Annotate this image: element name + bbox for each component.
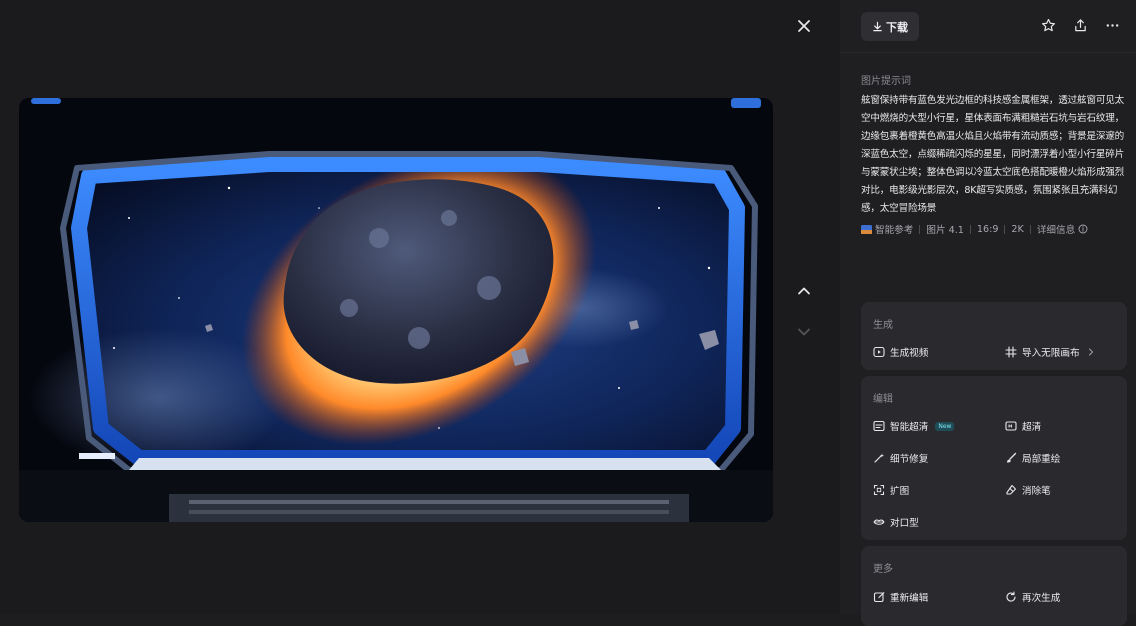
more-title: 更多: [873, 564, 893, 575]
edit-card: 编辑 智能超清 New 超清 细节修复 局部重绘 扩图 消除笔 对口型: [861, 376, 1127, 540]
details-label: 详细信息: [1036, 225, 1076, 236]
brush-icon: [1005, 452, 1017, 464]
eraser-icon: [1005, 484, 1017, 496]
asteroid-illustration: [19, 98, 773, 522]
image-meta: 智能参考 图片 4.1 16:9 2K 详细信息: [861, 222, 1088, 236]
infinite-canvas-label: 导入无限画布: [1022, 348, 1080, 359]
ratio-label: 16:9: [976, 223, 999, 235]
edit-title: 编辑: [873, 394, 893, 405]
smart-hd-label: 智能超清: [890, 422, 929, 433]
lip-sync-label: 对口型: [890, 518, 919, 529]
super-res-label: 超清: [1022, 422, 1042, 433]
partial-redraw-label: 局部重绘: [1022, 454, 1061, 465]
edit-icon: [873, 591, 885, 603]
expand-label: 扩图: [890, 486, 910, 497]
chevron-down-icon[interactable]: [792, 320, 816, 344]
star-icon[interactable]: [1037, 14, 1059, 36]
regenerate-label: 再次生成: [1022, 593, 1061, 604]
eraser-label: 消除笔: [1022, 486, 1051, 497]
panel-toolbar: 下载: [840, 0, 1136, 53]
prompt-label: 图片提示词: [861, 76, 911, 87]
divider: [1004, 224, 1006, 234]
reference-label: 智能参考: [875, 225, 914, 236]
eraser-button[interactable]: 消除笔: [1005, 483, 1051, 497]
reference-tag[interactable]: 智能参考: [861, 222, 913, 236]
chevron-right-icon: [1085, 346, 1097, 358]
download-label: 下载: [886, 20, 908, 34]
sliders-icon: [873, 420, 885, 432]
lip-sync-button[interactable]: 对口型: [873, 515, 919, 529]
regenerate-button[interactable]: 再次生成: [1005, 590, 1060, 604]
partial-redraw-button[interactable]: 局部重绘: [1005, 451, 1060, 465]
expand-button[interactable]: 扩图: [873, 483, 909, 497]
refresh-icon: [1005, 591, 1017, 603]
video-icon: [873, 346, 885, 358]
wand-icon: [873, 452, 885, 464]
generate-card: 生成 生成视频 导入无限画布: [861, 302, 1127, 370]
model-label: 图片 4.1: [926, 225, 964, 236]
detail-fix-button[interactable]: 细节修复: [873, 451, 928, 465]
hd-icon: [1005, 420, 1017, 432]
divider: [1029, 224, 1031, 234]
download-button[interactable]: 下载: [861, 12, 919, 41]
resolution-label: 2K: [1011, 223, 1024, 235]
generate-title: 生成: [873, 320, 893, 331]
info-icon: [1078, 224, 1088, 234]
infinite-canvas-button[interactable]: 导入无限画布: [1005, 345, 1097, 359]
generate-video-label: 生成视频: [890, 348, 929, 359]
lips-icon: [873, 516, 885, 528]
generated-image[interactable]: [19, 98, 773, 522]
share-icon[interactable]: [1069, 14, 1091, 36]
grid-icon: [1005, 346, 1017, 358]
thumbnail-icon: [861, 224, 872, 234]
details-link[interactable]: 详细信息: [1037, 222, 1088, 236]
prompt-text[interactable]: 舷窗保持带有蓝色发光边框的科技感金属框架，透过舷窗可见太空中燃烧的大型小行星，星…: [861, 92, 1129, 218]
detail-fix-label: 细节修复: [890, 454, 929, 465]
re-edit-label: 重新编辑: [890, 593, 929, 604]
close-icon[interactable]: [792, 14, 816, 38]
details-panel: 下载 图片提示词 舷窗保持带有蓝色发光边框的科技感金属框架，透过舷窗可见太空中燃…: [840, 0, 1136, 626]
more-card: 更多 重新编辑 再次生成: [861, 546, 1127, 626]
re-edit-button[interactable]: 重新编辑: [873, 590, 928, 604]
super-res-button[interactable]: 超清: [1005, 419, 1041, 433]
generate-video-button[interactable]: 生成视频: [873, 345, 928, 359]
smart-hd-button[interactable]: 智能超清 New: [873, 419, 955, 433]
divider: [919, 224, 921, 234]
divider: [969, 224, 971, 234]
expand-icon: [873, 484, 885, 496]
chevron-up-icon[interactable]: [792, 279, 816, 303]
new-badge: New: [935, 421, 955, 431]
more-icon[interactable]: [1101, 14, 1123, 36]
image-viewer: [0, 0, 840, 614]
download-icon: [873, 21, 882, 32]
